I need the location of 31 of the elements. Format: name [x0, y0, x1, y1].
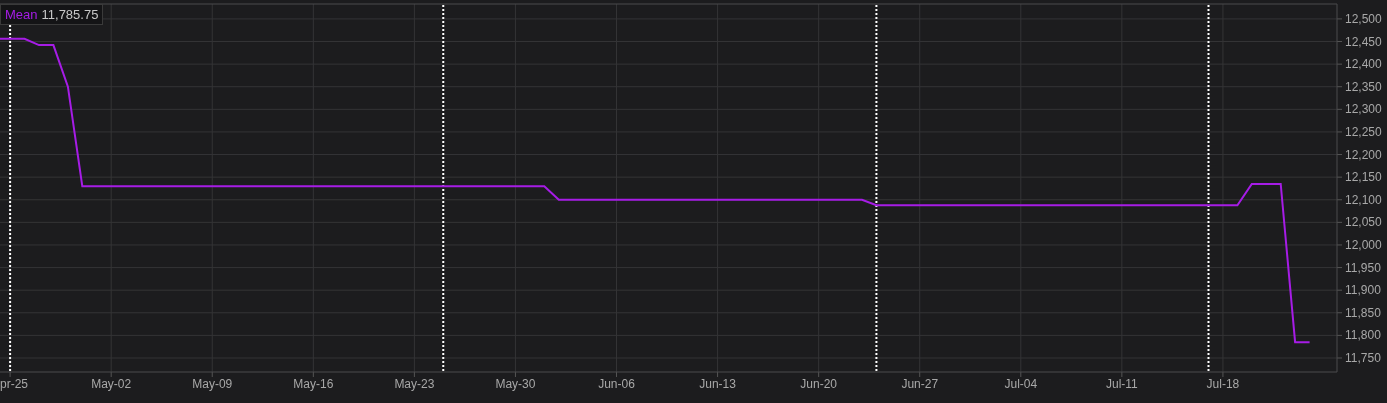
y-tick-label: 11,900: [1345, 283, 1381, 298]
y-tick-label: 12,500: [1345, 11, 1382, 26]
x-tick-label: Jun-06: [598, 377, 635, 391]
x-tick-label: Jun-13: [699, 377, 736, 391]
y-tick-label: 12,400: [1345, 57, 1382, 72]
x-tick-label: Jun-20: [800, 377, 837, 391]
y-tick-label: 11,850: [1345, 305, 1381, 320]
x-tick-label: May-09: [192, 377, 233, 391]
x-tick-label: Jun-27: [901, 377, 939, 391]
y-tick-label: 12,250: [1345, 124, 1382, 139]
legend-label: Mean: [5, 7, 38, 22]
y-tick-label: 12,050: [1345, 215, 1382, 230]
y-tick-label: 12,000: [1345, 237, 1382, 252]
y-tick-label: 11,950: [1345, 260, 1381, 275]
x-tick-label: May-23: [394, 377, 435, 391]
x-tick-label: May-02: [91, 377, 132, 391]
x-tick-label: Jul-11: [1105, 377, 1138, 391]
y-tick-label: 11,800: [1345, 328, 1381, 343]
y-tick-label: 12,200: [1345, 147, 1382, 162]
y-tick-label: 12,450: [1345, 34, 1382, 49]
x-tick-label: pr-25: [0, 377, 28, 391]
y-tick-label: 11,750: [1345, 351, 1381, 365]
y-tick-label: 12,300: [1345, 102, 1382, 117]
legend-value: 11,785.75: [41, 7, 99, 22]
x-tick-label: Jul-18: [1206, 377, 1240, 391]
x-tick-label: May-30: [495, 377, 536, 391]
y-tick-label: 12,350: [1345, 79, 1382, 94]
x-tick-label: Jul-04: [1004, 377, 1038, 391]
y-tick-label: 12,100: [1345, 192, 1382, 207]
y-tick-label: 12,150: [1345, 170, 1382, 185]
x-tick-label: May-16: [293, 377, 334, 391]
